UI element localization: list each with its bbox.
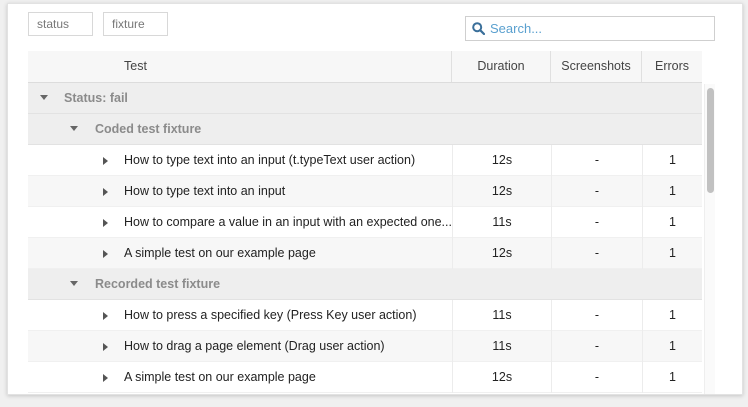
duration-cell: 12s — [452, 237, 551, 269]
screenshots-cell: - — [551, 299, 642, 331]
caret-down-icon[interactable] — [70, 280, 78, 286]
caret-right-icon[interactable] — [103, 373, 108, 382]
scrollbar-thumb[interactable] — [707, 88, 714, 193]
errors-cell: 1 — [642, 299, 702, 331]
test-name: How to type text into an input — [124, 183, 286, 198]
test-name: A simple test on our example page — [124, 245, 316, 260]
errors-cell: 1 — [642, 361, 702, 393]
screenshots-cell: - — [551, 175, 642, 207]
grid-panel: status fixture Test Duration Screenshots… — [7, 3, 743, 395]
screenshots-cell: - — [551, 237, 642, 269]
duration-cell: 11s — [452, 330, 551, 362]
table-row[interactable]: A simple test on our example page 12s - … — [28, 361, 702, 393]
caret-down-icon[interactable] — [70, 125, 78, 131]
caret-right-icon[interactable] — [103, 249, 108, 258]
group-label-coded-fixture: Coded test fixture — [95, 121, 202, 136]
table-row[interactable]: How to type text into an input 12s - 1 — [28, 175, 702, 207]
group-by-fixture-chip[interactable]: fixture — [103, 12, 168, 36]
search-icon — [472, 22, 485, 35]
search-input[interactable] — [485, 18, 714, 39]
group-label-status: Status: fail — [64, 90, 128, 105]
screenshots-cell: - — [551, 361, 642, 393]
column-header-test[interactable]: Test — [28, 51, 452, 82]
column-header-duration[interactable]: Duration — [452, 51, 551, 82]
table-row[interactable]: How to press a specified key (Press Key … — [28, 299, 702, 331]
column-header-errors[interactable]: Errors — [642, 51, 702, 82]
grid-header: Test Duration Screenshots Errors — [28, 51, 702, 83]
duration-cell: 12s — [452, 361, 551, 393]
test-name: How to drag a page element (Drag user ac… — [124, 338, 385, 353]
test-name: How to type text into an input (t.typeTe… — [124, 152, 416, 167]
group-by-status-chip[interactable]: status — [28, 12, 93, 36]
test-grid: Test Duration Screenshots Errors Status:… — [28, 51, 702, 393]
duration-cell: 11s — [452, 206, 551, 238]
caret-right-icon[interactable] — [103, 218, 108, 227]
screenshots-cell: - — [551, 206, 642, 238]
table-row[interactable]: How to drag a page element (Drag user ac… — [28, 330, 702, 362]
screenshots-cell: - — [551, 330, 642, 362]
caret-right-icon[interactable] — [103, 342, 108, 351]
table-row[interactable]: A simple test on our example page 12s - … — [28, 237, 702, 269]
vertical-scrollbar[interactable] — [704, 84, 715, 394]
group-row-status[interactable]: Status: fail — [28, 83, 702, 114]
search-box[interactable] — [465, 16, 715, 41]
group-row-recorded-fixture[interactable]: Recorded test fixture — [28, 269, 702, 300]
errors-cell: 1 — [642, 144, 702, 176]
errors-cell: 1 — [642, 175, 702, 207]
test-name: How to press a specified key (Press Key … — [124, 307, 417, 322]
column-header-screenshots[interactable]: Screenshots — [551, 51, 642, 82]
table-row[interactable]: How to type text into an input (t.typeTe… — [28, 144, 702, 176]
table-row[interactable]: How to compare a value in an input with … — [28, 206, 702, 238]
test-name: How to compare a value in an input with … — [124, 214, 452, 229]
test-name: A simple test on our example page — [124, 369, 316, 384]
caret-right-icon[interactable] — [103, 311, 108, 320]
group-row-coded-fixture[interactable]: Coded test fixture — [28, 114, 702, 145]
errors-cell: 1 — [642, 237, 702, 269]
errors-cell: 1 — [642, 206, 702, 238]
caret-right-icon[interactable] — [103, 187, 108, 196]
duration-cell: 11s — [452, 299, 551, 331]
duration-cell: 12s — [452, 175, 551, 207]
errors-cell: 1 — [642, 330, 702, 362]
caret-right-icon[interactable] — [103, 156, 108, 165]
screenshots-cell: - — [551, 144, 642, 176]
duration-cell: 12s — [452, 144, 551, 176]
group-label-recorded-fixture: Recorded test fixture — [95, 276, 221, 291]
caret-down-icon[interactable] — [40, 94, 48, 100]
